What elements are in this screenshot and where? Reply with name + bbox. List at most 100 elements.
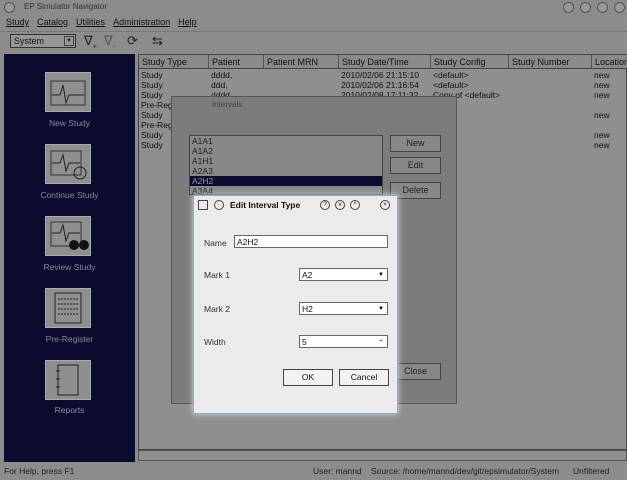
cancel-button[interactable]: Cancel (339, 369, 389, 386)
ok-button[interactable]: OK (283, 369, 333, 386)
width-label: Width (204, 337, 226, 347)
pre-register-icon (54, 292, 82, 324)
dialog-title: Edit Interval Type (230, 200, 301, 210)
close-button[interactable] (614, 2, 625, 13)
column-header[interactable]: Location (592, 55, 627, 69)
list-item[interactable]: A1A1 (190, 136, 382, 146)
mark2-value: H2 (302, 304, 313, 314)
table-cell: Study (141, 90, 163, 100)
table-cell: new (594, 110, 610, 120)
new-study-button[interactable] (45, 72, 91, 112)
mark1-value: A2 (302, 270, 313, 280)
menu-study[interactable]: Study (6, 15, 29, 29)
filter-remove-icon[interactable]: ∇− (104, 34, 117, 55)
list-item[interactable]: A3A4 (190, 186, 382, 194)
name-input[interactable]: A2H2 (234, 235, 388, 248)
status-help: For Help, press F1 (4, 466, 75, 476)
status-user: User: mannd (313, 466, 362, 476)
list-item[interactable]: A2A3 (190, 166, 382, 176)
column-header[interactable]: Study Number (509, 55, 592, 69)
sidebar-label: Review Study (43, 262, 96, 272)
column-header[interactable]: Patient (209, 55, 264, 69)
name-label: Name (204, 238, 227, 248)
table-cell: <default> (433, 70, 469, 80)
chevron-down-icon: ▼ (64, 36, 74, 46)
table-cell: new (594, 140, 610, 150)
sidebar-label: Continue Study (40, 190, 99, 200)
column-header[interactable]: Study Config (431, 55, 509, 69)
table-cell: Study (141, 140, 163, 150)
intervals-list[interactable]: A1A1 A1A2 A1H1 A2A3 A2H2 A3A4 (189, 135, 383, 195)
maximize-icon[interactable]: ^ (350, 200, 360, 210)
column-header[interactable]: Patient MRN (264, 55, 339, 69)
window-title: EP Simulator Navigator (24, 2, 107, 11)
width-spinbox[interactable]: 5 ÷ (299, 335, 388, 348)
app-icon (198, 200, 208, 210)
mark1-select[interactable]: A2 ▼ (299, 268, 388, 281)
new-button[interactable]: New (390, 135, 441, 152)
table-cell: <default> (433, 80, 469, 90)
mark1-label: Mark 1 (204, 270, 230, 280)
table-cell: new (594, 80, 610, 90)
width-value: 5 (302, 337, 307, 347)
list-item[interactable]: A1H1 (190, 156, 382, 166)
menu-administration[interactable]: Administration (113, 15, 170, 29)
table-cell: new (594, 70, 610, 80)
dialog-title: Intervals (212, 100, 243, 109)
close-icon[interactable]: × (380, 200, 390, 210)
menu-utilities[interactable]: Utilities (76, 15, 105, 29)
help-button[interactable] (563, 2, 574, 13)
help-icon[interactable]: ? (320, 200, 330, 210)
menu-catalog[interactable]: Catalog (37, 15, 68, 29)
review-study-icon (50, 221, 89, 250)
reports-icon (56, 364, 79, 396)
continue-study-icon (50, 150, 87, 180)
table-cell: Pre-Reg (141, 120, 173, 130)
table-cell: ddd, (211, 80, 228, 90)
filter-add-icon[interactable]: ∇+ (84, 34, 97, 55)
column-header[interactable]: Study Type (139, 55, 209, 69)
mark2-select[interactable]: H2 ▼ (299, 302, 388, 315)
sidebar-label: New Study (48, 118, 91, 128)
table-cell: 2010/02/06 21:15:10 (341, 70, 419, 80)
sidebar-label: Pre-Register (45, 334, 94, 344)
status-bar: For Help, press F1 User: mannd Source: /… (0, 463, 627, 480)
table-cell: Study (141, 80, 163, 90)
maximize-button[interactable] (597, 2, 608, 13)
edit-interval-dialog: Edit Interval Type · ? v ^ × Name A2H2 M… (193, 195, 398, 414)
continue-study-button[interactable] (45, 144, 91, 184)
edit-button[interactable]: Edit (390, 157, 441, 174)
table-cell: Study (141, 70, 163, 80)
switch-icon[interactable]: ⇆ (152, 34, 163, 48)
table-cell: Pre-Reg (141, 100, 173, 110)
spinner-icon[interactable]: ÷ (376, 337, 386, 347)
source-select-value: System (14, 36, 45, 46)
menu-bar: Study Catalog Utilities Administration H… (0, 15, 197, 29)
table-cell: Study (141, 110, 163, 120)
menu-icon[interactable]: · (214, 200, 224, 210)
new-study-icon (50, 80, 86, 106)
table-cell: 2010/02/06 21:16:54 (341, 80, 419, 90)
status-source: Source: /home/mannd/dev/git/epsimulator/… (371, 466, 560, 476)
reports-button[interactable] (45, 360, 91, 400)
source-select[interactable]: System ▼ (10, 34, 76, 48)
minimize-button[interactable] (580, 2, 591, 13)
minimize-icon[interactable]: v (335, 200, 345, 210)
column-header[interactable]: Study Date/Time (339, 55, 431, 69)
review-study-button[interactable] (45, 216, 91, 256)
table-cell: new (594, 90, 610, 100)
list-item[interactable]: A2H2 (190, 176, 382, 186)
list-item[interactable]: A1A2 (190, 146, 382, 156)
table-cell: dddd, (211, 70, 233, 80)
table-cell: new (594, 130, 610, 140)
horizontal-scrollbar[interactable] (138, 450, 627, 461)
menu-help[interactable]: Help (178, 15, 197, 29)
pre-register-button[interactable] (45, 288, 91, 328)
app-icon (4, 2, 15, 13)
title-bar: EP Simulator Navigator (0, 0, 627, 14)
table-cell: Study (141, 130, 163, 140)
mark2-label: Mark 2 (204, 304, 230, 314)
chevron-down-icon: ▼ (378, 306, 384, 312)
status-filter: Unfiltered (573, 466, 610, 476)
refresh-icon[interactable]: ⟳ (127, 34, 138, 48)
